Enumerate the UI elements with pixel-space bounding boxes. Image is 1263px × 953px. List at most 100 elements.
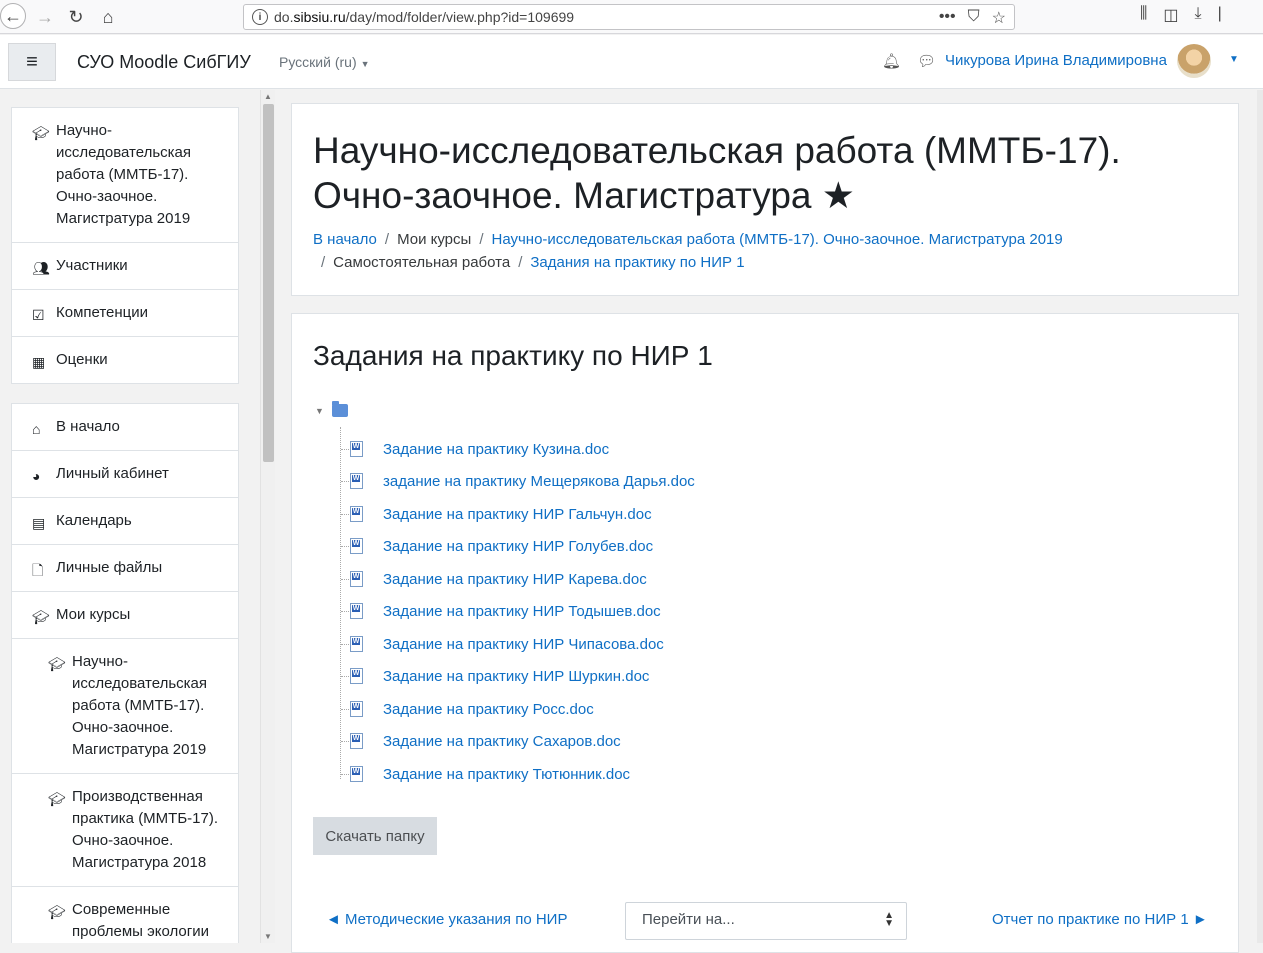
graduation-cap-icon: 🎓︎	[48, 904, 66, 920]
folder-content: Задания на практику по НИР 1 ▼ Задание н…	[291, 313, 1239, 953]
home-icon: ⌂	[32, 421, 41, 437]
file-item[interactable]: Задание на практику НИР Голубев.doc	[341, 534, 653, 558]
breadcrumb-current[interactable]: Задания на практику по НИР 1	[530, 254, 744, 271]
prev-activity-link[interactable]: ◄ Методические указания по НИР	[326, 911, 567, 928]
sidebar-item-label: Научно-исследовательская работа (ММТБ-17…	[56, 122, 192, 227]
file-link[interactable]: Задание на практику НИР Голубев.doc	[383, 538, 653, 555]
sidebar-item-dashboard[interactable]: ◕ Личный кабинет	[12, 451, 238, 498]
file-item[interactable]: Задание на практику Росс.doc	[341, 697, 594, 721]
sidebar-item-label: Личный кабинет	[56, 465, 169, 482]
dashboard-icon: ◕	[32, 468, 41, 484]
users-icon: 👥︎	[32, 260, 50, 276]
collapse-toggle-icon[interactable]: ▼	[315, 406, 324, 416]
sidebar-item-label: Производственная практика (ММТБ-17). Очн…	[72, 788, 219, 871]
file-link[interactable]: Задание на практику НИР Карева.doc	[383, 571, 647, 588]
next-activity-link[interactable]: Отчет по практике по НИР 1 ►	[992, 911, 1208, 928]
file-link[interactable]: Задание на практику Тютюнник.doc	[383, 766, 630, 783]
scroll-up-icon[interactable]: ▲	[264, 92, 272, 101]
breadcrumb-course[interactable]: Научно-исследовательская работа (ММТБ-17…	[491, 231, 1062, 248]
file-link[interactable]: Задание на практику Росс.doc	[383, 701, 594, 718]
message-icon[interactable]: 💬︎	[917, 52, 936, 70]
word-doc-icon	[350, 506, 363, 522]
sidebar-item-label: Календарь	[56, 512, 132, 529]
file-link[interactable]: задание на практику Мещерякова Дарья.doc	[383, 473, 695, 490]
sidebar-item-participants[interactable]: 👥︎ Участники	[12, 243, 238, 290]
word-doc-icon	[350, 733, 363, 749]
reload-icon[interactable]: ↻	[63, 4, 89, 30]
calendar-icon: ▤	[32, 515, 46, 531]
forward-arrow-icon[interactable]: →	[32, 4, 58, 30]
sidebar-item-label: Участники	[56, 257, 128, 274]
folder-icon	[331, 401, 348, 417]
file-link[interactable]: Задание на практику Сахаров.doc	[383, 733, 621, 750]
avatar[interactable]	[1177, 44, 1211, 78]
sidebar-icon[interactable]: ◫	[1163, 5, 1178, 25]
moodle-navbar: ≡ СУО Moodle СибГИУ Русский (ru) ▼ 🔔︎ 💬︎ …	[0, 35, 1263, 89]
check-square-icon: ☑	[32, 307, 45, 323]
sidebar-item-home[interactable]: ⌂ В начало	[12, 404, 238, 451]
back-arrow-icon[interactable]: ←	[0, 3, 26, 29]
file-link[interactable]: Задание на практику НИР Гальчун.doc	[383, 506, 652, 523]
drawer-toggle-button[interactable]: ≡	[8, 43, 56, 81]
file-item[interactable]: Задание на практику Сахаров.doc	[341, 729, 621, 753]
user-menu-name[interactable]: Чикурова Ирина Владимировна	[945, 52, 1167, 69]
word-doc-icon	[350, 766, 363, 782]
file-item[interactable]: Задание на практику НИР Шуркин.doc	[341, 664, 649, 688]
pocket-icon[interactable]: ⛉	[968, 8, 980, 28]
download-icon[interactable]: ⤓	[1195, 5, 1202, 25]
word-doc-icon	[350, 441, 363, 457]
graduation-cap-icon: 🎓︎	[32, 609, 50, 625]
library-icon[interactable]: ⫼	[1140, 5, 1147, 25]
caret-down-icon[interactable]: ▼	[1229, 54, 1239, 65]
download-folder-button[interactable]: Скачать папку	[313, 817, 437, 855]
sidebar-item-label: Компетенции	[56, 304, 149, 321]
graduation-cap-icon: 🎓︎	[48, 791, 66, 807]
file-item[interactable]: Задание на практику Тютюнник.doc	[341, 762, 630, 786]
url-bar[interactable]: i do. sibsiu.ru/day/mod/folder/view.php?i…	[243, 4, 1015, 30]
folder-tree-root[interactable]: ▼	[315, 401, 348, 417]
nav-drawer: 🎓︎ Научно-исследовательская работа (ММТБ…	[0, 90, 260, 943]
word-doc-icon	[350, 473, 363, 489]
file-item[interactable]: Задание на практику НИР Гальчун.doc	[341, 502, 652, 526]
language-menu[interactable]: Русский (ru) ▼	[279, 54, 370, 70]
url-prefix: do.	[274, 9, 294, 25]
home-icon[interactable]: ⌂	[95, 4, 121, 30]
sidebar-item-course-nir[interactable]: 🎓︎ Научно-исследовательская работа (ММТБ…	[12, 639, 238, 774]
file-link[interactable]: Задание на практику НИР Чипасова.doc	[383, 636, 664, 653]
page-actions-icon[interactable]: •••	[939, 8, 956, 28]
breadcrumb-separator: /	[384, 231, 390, 248]
site-name[interactable]: СУО Moodle СибГИУ	[77, 52, 251, 73]
scroll-down-icon[interactable]: ▼	[264, 932, 272, 941]
sidebar-item-grades[interactable]: ▦ Оценки	[12, 337, 238, 383]
file-link[interactable]: Задание на практику НИР Шуркин.doc	[383, 668, 649, 685]
scrollbar-thumb[interactable]	[263, 104, 274, 462]
sidebar-item-private-files[interactable]: 🗋︎ Личные файлы	[12, 545, 238, 592]
site-info-icon[interactable]: i	[252, 9, 268, 25]
breadcrumb-separator: /	[321, 254, 326, 271]
jump-to-select[interactable]: Перейти на... ▲ ▼	[625, 902, 907, 940]
file-item[interactable]: Задание на практику НИР Чипасова.doc	[341, 632, 664, 656]
file-item[interactable]: задание на практику Мещерякова Дарья.doc	[341, 469, 695, 493]
word-doc-icon	[350, 538, 363, 554]
file-link[interactable]: Задание на практику Кузина.doc	[383, 441, 609, 458]
file-item[interactable]: Задание на практику НИР Карева.doc	[341, 567, 647, 591]
folder-title: Задания на практику по НИР 1	[313, 340, 713, 371]
file-link[interactable]: Задание на практику НИР Тодышев.doc	[383, 603, 661, 620]
sidebar-item-competencies[interactable]: ☑ Компетенции	[12, 290, 238, 337]
page-scrollbar[interactable]	[1257, 90, 1263, 943]
menu-icon[interactable]: |	[1218, 5, 1222, 25]
file-item[interactable]: Задание на практику Кузина.doc	[341, 437, 609, 461]
language-label: Русский (ru)	[279, 54, 357, 70]
browser-toolbar: ← → ↻ ⌂ i do. sibsiu.ru/day/mod/folder/vi…	[0, 0, 1263, 34]
breadcrumb-home[interactable]: В начало	[313, 231, 377, 248]
bookmark-star-icon[interactable]: ☆	[992, 8, 1006, 28]
bell-icon[interactable]: 🔔︎	[882, 52, 901, 70]
sidebar-item-course-ecology[interactable]: 🎓︎ Современные проблемы экологии	[12, 887, 238, 943]
sidebar-scrollbar[interactable]: ▲ ▼	[260, 90, 275, 943]
breadcrumb-separator: /	[479, 231, 484, 248]
sidebar-item-calendar[interactable]: ▤ Календарь	[12, 498, 238, 545]
sidebar-item-course[interactable]: 🎓︎ Научно-исследовательская работа (ММТБ…	[12, 108, 238, 243]
sidebar-item-my-courses[interactable]: 🎓︎ Мои курсы	[12, 592, 238, 639]
file-item[interactable]: Задание на практику НИР Тодышев.doc	[341, 599, 661, 623]
sidebar-item-course-practice[interactable]: 🎓︎ Производственная практика (ММТБ-17). …	[12, 774, 238, 887]
